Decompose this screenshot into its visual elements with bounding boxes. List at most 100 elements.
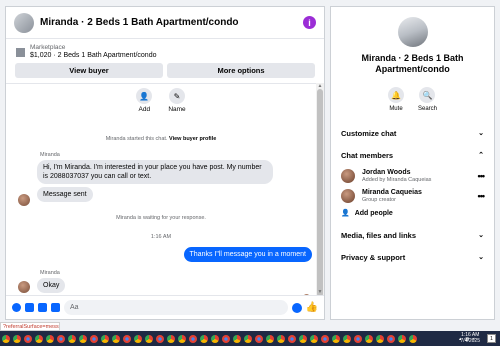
add-people-button[interactable]: 👤 Add people: [331, 206, 494, 220]
taskbar-app-icon[interactable]: [343, 334, 351, 343]
mute-label: Mute: [389, 106, 403, 112]
waiting-notice: Miranda is waiting for your response.: [116, 215, 206, 221]
section-label: Media, files and links: [341, 230, 417, 240]
taskbar-app-icon[interactable]: [299, 334, 307, 343]
taskbar-app-icon[interactable]: [57, 334, 65, 343]
scroll-thumb[interactable]: [317, 89, 323, 297]
taskbar-app-icon[interactable]: [222, 334, 230, 343]
chevron-down-icon: ⌄: [478, 232, 484, 239]
taskbar-app-icon[interactable]: [2, 334, 10, 343]
taskbar-app-icon[interactable]: [156, 334, 164, 343]
listing-price-title[interactable]: $1,020 · 2 Beds 1 Bath Apartment/condo: [30, 52, 156, 59]
message-sender: Miranda: [40, 152, 60, 158]
incoming-message[interactable]: Okay: [37, 278, 66, 293]
name-action[interactable]: ✎ Name: [168, 88, 186, 113]
taskbar-app-icon[interactable]: [211, 334, 219, 343]
taskbar-app-icon[interactable]: [90, 334, 98, 343]
chat-members-section[interactable]: Chat members ⌃: [331, 144, 494, 166]
taskbar-app-icon[interactable]: [332, 334, 340, 343]
member-name: Jordan Woods: [362, 169, 411, 176]
taskbar-app-icon[interactable]: [79, 334, 87, 343]
taskbar-app-icon[interactable]: [145, 334, 153, 343]
gif-icon[interactable]: [51, 303, 60, 312]
taskbar-app-icon[interactable]: [68, 334, 76, 343]
taskbar-app-icon[interactable]: [46, 334, 54, 343]
taskbar-app-icon[interactable]: [255, 334, 263, 343]
privacy-support-section[interactable]: Privacy & support ⌄: [331, 246, 494, 268]
member-row[interactable]: Miranda Caqueias Group creator •••: [331, 186, 494, 206]
taskbar-app-icon[interactable]: [24, 334, 32, 343]
taskbar-app-icon[interactable]: [321, 334, 329, 343]
add-people-label: Add people: [354, 209, 393, 217]
chat-started-text: Miranda started this chat.: [105, 136, 168, 142]
taskbar-app-icon[interactable]: [178, 334, 186, 343]
view-buyer-button[interactable]: View buyer: [15, 63, 163, 78]
taskbar-app-icon[interactable]: [365, 334, 373, 343]
more-options-icon[interactable]: •••: [478, 171, 486, 181]
taskbar-app-icon[interactable]: [200, 334, 208, 343]
taskbar-app-icon[interactable]: [134, 334, 142, 343]
avatar[interactable]: [18, 194, 30, 206]
member-subtitle: Group creator: [362, 197, 396, 203]
section-label: Privacy & support: [341, 252, 406, 262]
incoming-message[interactable]: Hi, I'm Miranda. I'm interested in your …: [37, 160, 273, 184]
message-timestamp: 1:16 AM: [150, 234, 172, 240]
thumbs-up-icon[interactable]: 👍: [306, 302, 318, 313]
customize-chat-section[interactable]: Customize chat ⌄: [331, 122, 494, 144]
scrollbar[interactable]: ▲ ▼: [316, 83, 324, 297]
taskbar-app-icon[interactable]: [112, 334, 120, 343]
chat-header: Miranda · 2 Beds 1 Bath Apartment/condo …: [6, 7, 324, 39]
outgoing-message[interactable]: Thanks I"ll message you in a moment: [183, 247, 312, 262]
taskbar-app-icon[interactable]: [167, 334, 175, 343]
plus-icon[interactable]: [12, 303, 21, 312]
taskbar-app-icon[interactable]: [354, 334, 362, 343]
taskbar-app-icon[interactable]: [244, 334, 252, 343]
taskbar-app-icon[interactable]: [123, 334, 131, 343]
avatar[interactable]: [18, 281, 30, 293]
emoji-icon[interactable]: [291, 302, 302, 313]
chat-started-notice: Miranda started this chat. View buyer pr…: [6, 136, 316, 142]
taskbar-app-icon[interactable]: [277, 334, 285, 343]
taskbar-app-icon[interactable]: [233, 334, 241, 343]
taskbar-app-icon[interactable]: [288, 334, 296, 343]
taskbar: ▲ ▩ ♬ 1:16 AM 7/4/2025 1: [0, 331, 500, 346]
listing-category: Marketplace: [30, 44, 66, 51]
message-list: 👤 Add ✎ Name Miranda started this chat. …: [6, 83, 316, 301]
message-composer: Aa 👍: [6, 295, 324, 319]
media-files-section[interactable]: Media, files and links ⌄: [331, 224, 494, 246]
taskbar-app-icon[interactable]: [101, 334, 109, 343]
member-row[interactable]: Jordan Woods Added by Miranda Caqueias •…: [331, 166, 494, 186]
more-options-button[interactable]: More options: [167, 63, 315, 78]
clock[interactable]: 1:16 AM 7/4/2025: [461, 332, 480, 344]
taskbar-app-icon[interactable]: [13, 334, 21, 343]
member-name: Miranda Caqueias: [362, 189, 422, 196]
member-subtitle: Added by Miranda Caqueias: [362, 177, 432, 183]
mute-action[interactable]: 🔔 Mute: [387, 87, 404, 112]
taskbar-app-icon[interactable]: [310, 334, 318, 343]
sticker-icon[interactable]: [38, 303, 47, 312]
taskbar-app-icon[interactable]: [409, 334, 417, 343]
avatar: [341, 169, 355, 183]
taskbar-app-icon[interactable]: [387, 334, 395, 343]
search-action[interactable]: 🔍 Search: [418, 87, 437, 112]
notification-icon[interactable]: 1: [487, 334, 496, 343]
info-icon[interactable]: i: [303, 16, 316, 29]
taskbar-app-icon[interactable]: [189, 334, 197, 343]
view-buyer-profile-link[interactable]: View buyer profile: [169, 136, 216, 142]
chat-title[interactable]: Miranda · 2 Beds 1 Bath Apartment/condo: [40, 17, 303, 28]
add-action[interactable]: 👤 Add: [136, 88, 153, 113]
search-icon: 🔍: [419, 87, 436, 103]
browser-tab[interactable]: ?referralSurface=messen: [0, 322, 60, 331]
incoming-message[interactable]: Message sent: [37, 187, 93, 202]
chat-panel: Miranda · 2 Beds 1 Bath Apartment/condo …: [5, 6, 325, 320]
taskbar-app-icon[interactable]: [266, 334, 274, 343]
taskbar-app-icon[interactable]: [376, 334, 384, 343]
listing-thumbnail[interactable]: [14, 12, 34, 33]
more-options-icon[interactable]: •••: [478, 191, 486, 201]
taskbar-app-icon[interactable]: [35, 334, 43, 343]
message-input[interactable]: Aa: [64, 300, 288, 315]
image-icon[interactable]: [25, 303, 34, 312]
taskbar-app-icon[interactable]: [398, 334, 406, 343]
listing-photo[interactable]: [397, 17, 428, 47]
listing-summary: Marketplace $1,020 · 2 Beds 1 Bath Apart…: [6, 39, 324, 59]
